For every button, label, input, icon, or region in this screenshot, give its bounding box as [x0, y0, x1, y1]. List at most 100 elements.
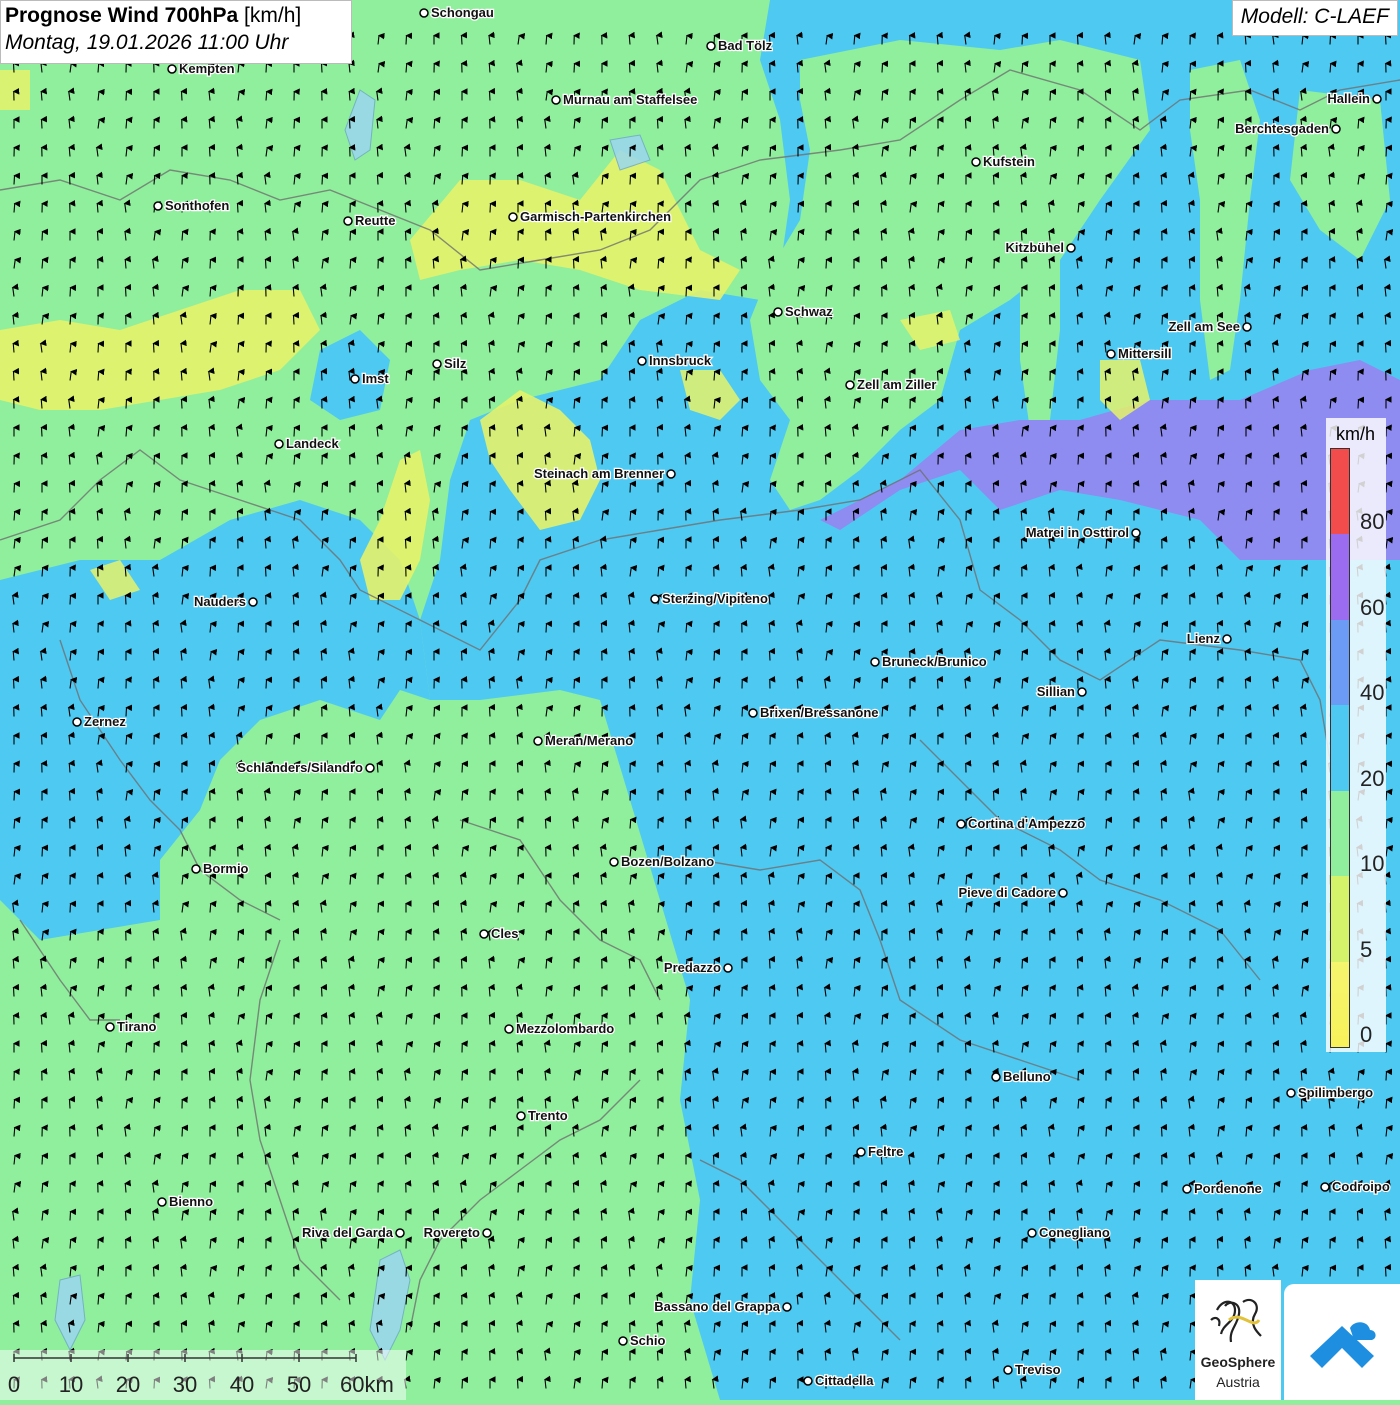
city-dot-icon [1028, 1229, 1036, 1237]
wind-arrow [294, 148, 295, 157]
wind-arrow [797, 1296, 798, 1305]
wind-arrow [601, 596, 602, 605]
wind-arrow [1302, 932, 1303, 941]
wind-arrow [154, 484, 155, 493]
city-label: Kufstein [983, 154, 1035, 169]
wind-arrow [1329, 204, 1330, 213]
wind-arrow [742, 1044, 743, 1053]
wind-arrow [350, 232, 351, 241]
wind-arrow [1330, 64, 1331, 73]
wind-arrow [713, 1128, 714, 1137]
wind-arrow [265, 540, 266, 549]
wind-arrow [518, 1212, 519, 1221]
wind-arrow [994, 596, 995, 605]
wind-arrow [349, 1324, 350, 1333]
wind-arrow [770, 792, 771, 801]
wind-arrow [1022, 1296, 1023, 1305]
city-label: Bozen/Bolzano [621, 854, 714, 869]
wind-arrow [826, 1184, 827, 1193]
wind-arrow [406, 1296, 407, 1305]
wind-arrow [433, 876, 434, 885]
wind-arrow [1105, 680, 1106, 689]
wind-arrow [714, 344, 715, 353]
wind-arrow [546, 512, 547, 521]
wind-arrow [657, 708, 658, 717]
wind-arrow [98, 232, 99, 241]
wind-arrow [1217, 904, 1218, 913]
wind-arrow [13, 1268, 14, 1277]
wind-arrow [1134, 764, 1135, 773]
wind-arrow [993, 1380, 994, 1389]
wind-arrow [938, 792, 939, 801]
wind-arrow [1301, 456, 1302, 465]
city-label: Mittersill [1118, 346, 1171, 361]
wind-arrow [1134, 904, 1135, 913]
wind-arrow [573, 232, 574, 241]
wind-arrow [126, 288, 127, 297]
wind-arrow [1162, 624, 1163, 633]
wind-arrow [1274, 540, 1275, 549]
wind-arrow [1218, 456, 1219, 465]
wind-arrow [910, 764, 911, 773]
city-dot-icon [420, 9, 428, 17]
wind-arrow [1050, 400, 1051, 409]
wind-arrow [910, 932, 911, 941]
wind-arrow [153, 1240, 154, 1249]
city-dot-icon [249, 598, 257, 606]
wind-arrow [210, 568, 211, 577]
wind-arrow [1246, 820, 1247, 829]
wind-arrow [853, 176, 854, 185]
wind-arrow [377, 1072, 378, 1081]
wind-arrow [69, 1072, 70, 1081]
wind-arrow [42, 1156, 43, 1165]
wind-arrow [1078, 484, 1079, 493]
wind-arrow [1162, 820, 1163, 829]
wind-arrow [1162, 512, 1163, 521]
wind-arrow [574, 400, 575, 409]
wind-arrow [293, 904, 294, 913]
wind-arrow [741, 876, 742, 885]
wind-arrow [937, 344, 938, 353]
wind-arrow [461, 932, 462, 941]
wind-arrow [42, 1044, 43, 1053]
city-label: Schio [630, 1333, 665, 1348]
wind-arrow [1133, 428, 1134, 437]
wind-arrow [853, 484, 854, 493]
wind-arrow [770, 960, 771, 969]
wind-arrow [42, 736, 43, 745]
wind-arrow [406, 232, 407, 241]
wind-arrow [825, 428, 826, 437]
wind-arrow [882, 1324, 883, 1333]
city-dot-icon [552, 96, 560, 104]
wind-arrow [602, 1044, 603, 1053]
wind-arrow [518, 764, 519, 773]
wind-arrow [546, 932, 547, 941]
wind-arrow [98, 64, 99, 73]
wind-arrow [1302, 624, 1303, 633]
city-dot-icon [783, 1303, 791, 1311]
wind-arrow [181, 1296, 182, 1305]
wind-arrow [994, 176, 995, 185]
wind-arrow [14, 1100, 15, 1109]
wind-arrow [658, 540, 659, 549]
wind-arrow [1189, 540, 1190, 549]
wind-arrow [686, 288, 687, 297]
wind-arrow [70, 792, 71, 801]
wind-arrow [1050, 1324, 1051, 1333]
wind-arrow [630, 792, 631, 801]
wind-arrow [517, 736, 518, 745]
wind-arrow [350, 848, 351, 857]
city-label: Riva del Garda [302, 1225, 394, 1240]
wind-arrow [14, 820, 15, 829]
wind-arrow [266, 708, 267, 717]
wind-arrow [714, 64, 715, 73]
wind-arrow [658, 260, 659, 269]
wind-arrow [70, 176, 71, 185]
wind-arrow [798, 1016, 799, 1025]
wind-arrow [1246, 176, 1247, 185]
city-label: Predazzo [664, 960, 721, 975]
wind-arrow [434, 92, 435, 101]
wind-arrow [293, 288, 294, 297]
wind-arrow [881, 848, 882, 857]
wind-arrow [1302, 484, 1303, 493]
